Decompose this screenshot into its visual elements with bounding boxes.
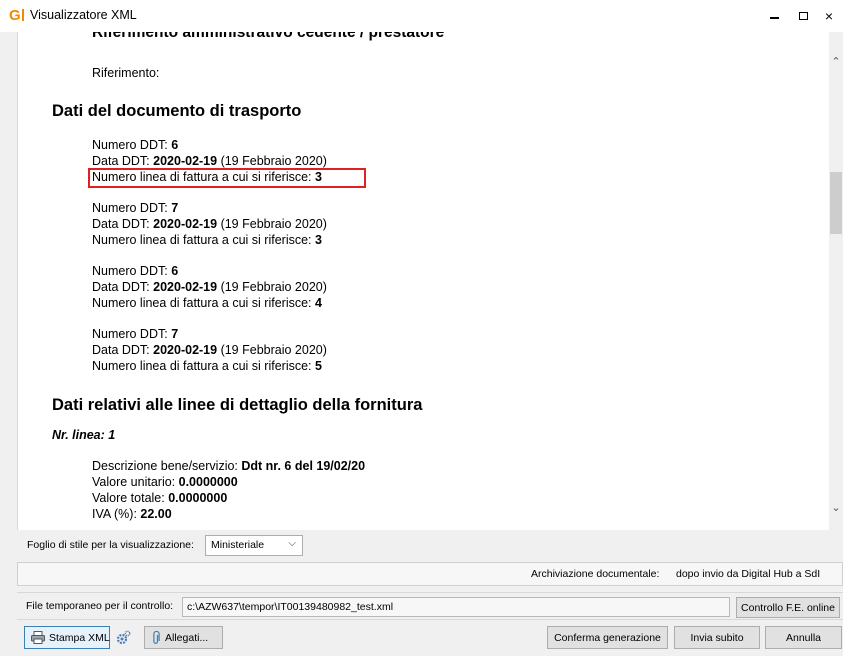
temp-file-label: File temporaneo per il controllo: (26, 600, 174, 612)
ddt-date: 2020-02-19 (153, 280, 218, 294)
stylesheet-label: Foglio di stile per la visualizzazione: (27, 539, 194, 551)
print-settings-button[interactable] (112, 626, 134, 649)
ddt-number: 7 (171, 201, 179, 215)
maximize-icon (798, 12, 808, 20)
close-button[interactable]: × (812, 0, 843, 32)
app-logo-icon: G (9, 8, 25, 24)
document-content: Riferimento amministrativo cedente / pre… (18, 32, 830, 530)
detail-entry: Descrizione bene/servizio: Ddt nr. 6 del… (92, 459, 366, 521)
document-viewport[interactable]: Riferimento amministrativo cedente / pre… (17, 32, 843, 530)
vertical-scrollbar[interactable]: ⌃ ⌄ (829, 32, 843, 530)
xml-viewer-window: G Visualizzatore XML × Riferimento ammin… (0, 0, 843, 656)
highlight-box (88, 168, 366, 188)
title-bar: G Visualizzatore XML × (0, 0, 843, 32)
printer-icon (31, 631, 45, 644)
scrollbar-thumb[interactable] (830, 172, 842, 234)
section-heading-partial: Riferimento amministrativo cedente / pre… (92, 32, 445, 41)
ddt-number: 6 (171, 264, 179, 278)
close-icon: × (824, 8, 834, 24)
chevron-up-icon[interactable]: ⌃ (830, 56, 842, 68)
transport-section-title: Dati del documento di trasporto (52, 102, 302, 120)
ddt-entry: Numero DDT: 7 Data DDT: 2020-02-19 (19 F… (92, 327, 327, 373)
chevron-down-icon[interactable]: ⌄ (830, 502, 842, 514)
send-now-button[interactable]: Invia subito (674, 626, 760, 649)
window-title: Visualizzatore XML (30, 8, 137, 22)
chevron-down-icon: ⌵ (288, 538, 296, 549)
cancel-button[interactable]: Annulla (765, 626, 842, 649)
archive-label: Archiviazione documentale: (531, 568, 660, 580)
action-bar: Stampa XML Allegati... Conferma generazi… (17, 624, 843, 656)
confirm-generation-button[interactable]: Conferma generazione (547, 626, 668, 649)
item-description: Ddt nr. 6 del 19/02/20 (241, 459, 366, 473)
ddt-entry: Numero DDT: 6 Data DDT: 2020-02-19 (19 F… (92, 264, 327, 310)
line-number-label: Nr. linea: 1 (52, 428, 116, 442)
ddt-date: 2020-02-19 (153, 343, 218, 357)
ddt-date: 2020-02-19 (153, 154, 218, 168)
reference-label: Riferimento: (92, 66, 160, 80)
stylesheet-select[interactable]: Ministeriale ⌵ (205, 535, 303, 556)
vat-value: 22.00 (140, 507, 172, 521)
unit-value: 0.0000000 (178, 475, 238, 489)
temp-file-path-field[interactable]: c:\AZW637\tempor\IT00139480982_test.xml (182, 597, 730, 617)
ddt-line: 3 (315, 233, 322, 247)
ddt-date: 2020-02-19 (153, 217, 218, 231)
archive-panel: Archiviazione documentale: dopo invio da… (17, 562, 843, 586)
ddt-number: 6 (171, 138, 179, 152)
ddt-entry: Numero DDT: 7 Data DDT: 2020-02-19 (19 F… (92, 201, 327, 247)
detail-section-title: Dati relativi alle linee di dettaglio de… (52, 396, 423, 414)
stylesheet-row: Foglio di stile per la visualizzazione: … (17, 531, 843, 559)
online-check-button[interactable]: Controllo F.E. online (736, 597, 840, 618)
gear-icon (115, 630, 131, 646)
ddt-line: 5 (315, 359, 322, 373)
temp-file-row: File temporaneo per il controllo: c:\AZW… (17, 592, 843, 620)
print-xml-button[interactable]: Stampa XML (24, 626, 110, 649)
attachments-button[interactable]: Allegati... (144, 626, 223, 649)
paperclip-icon (152, 630, 160, 645)
ddt-line: 4 (315, 296, 322, 310)
ddt-number: 7 (171, 327, 179, 341)
total-value: 0.0000000 (168, 491, 228, 505)
archive-value: dopo invio da Digital Hub a SdI (676, 568, 821, 580)
minimize-icon (769, 17, 779, 19)
